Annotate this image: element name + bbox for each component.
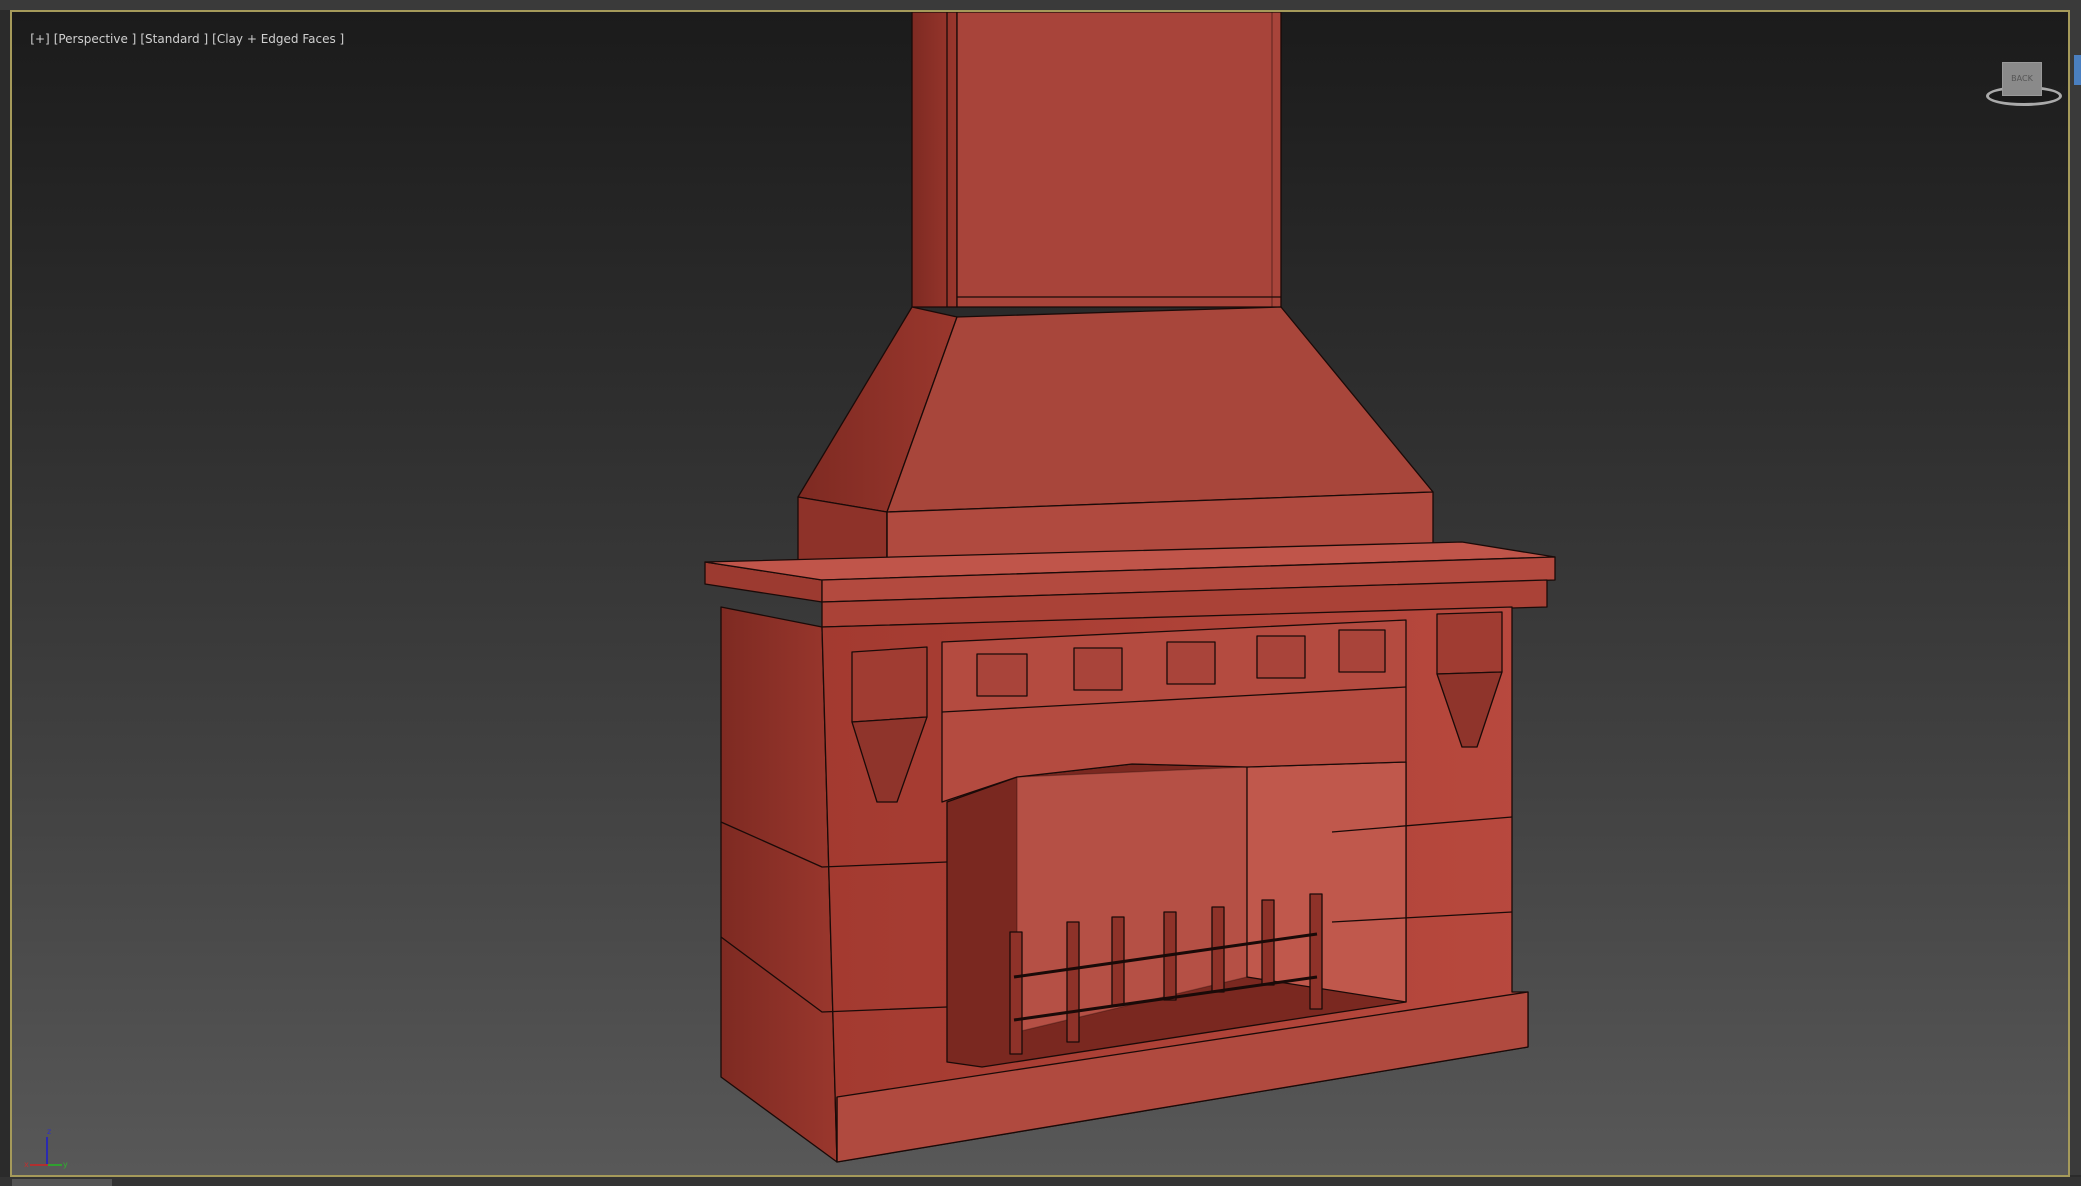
perspective-viewport[interactable]: [+] [Perspective ] [Standard ] [Clay + Edge… [10, 10, 2070, 1177]
axis-y-label: y [63, 1160, 68, 1169]
viewcube-face[interactable]: BACK [2002, 62, 2042, 96]
panel-tab[interactable] [2074, 55, 2081, 85]
timeline-edge [0, 1177, 2081, 1186]
command-panel-edge [2070, 10, 2081, 1175]
viewcube[interactable]: BACK [1982, 52, 2062, 107]
axis-z-label: z [47, 1127, 52, 1136]
axis-tripod-icon: z x y [22, 1127, 72, 1172]
top-toolbar-edge [0, 0, 2081, 10]
axis-x-label: x [24, 1160, 29, 1169]
fireplace-model[interactable] [12, 12, 2068, 1175]
time-slider[interactable] [12, 1179, 112, 1186]
